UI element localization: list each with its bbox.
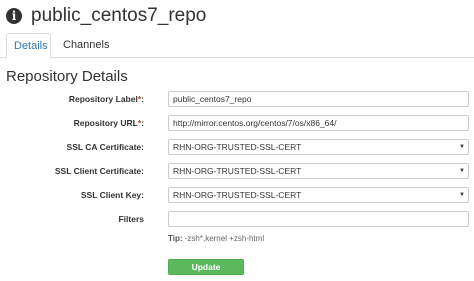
ssl-client-cert-value: RHN-ORG-TRUSTED-SSL-CERT: [173, 166, 302, 176]
ssl-ca-cert-value: RHN-ORG-TRUSTED-SSL-CERT: [173, 142, 302, 152]
tab-channels[interactable]: Channels: [56, 33, 116, 58]
tab-details[interactable]: Details: [6, 33, 51, 59]
repo-label-input[interactable]: public_centos7_repo: [168, 91, 469, 107]
repo-label-label: Repository Label*:: [68, 94, 144, 104]
info-circle-icon: i: [6, 8, 22, 24]
filters-input[interactable]: [168, 211, 469, 227]
ssl-client-cert-label: SSL Client Certificate:: [54, 166, 144, 176]
page-header: i public_centos7_repo: [6, 5, 206, 27]
caret-down-icon: ▼: [459, 192, 465, 198]
caret-down-icon: ▼: [459, 144, 465, 150]
ssl-client-key-select[interactable]: RHN-ORG-TRUSTED-SSL-CERT ▼: [168, 187, 469, 203]
filters-row: Filters: [0, 211, 474, 227]
filters-tip: Tip: -zsh*,kernel +zsh-html: [168, 234, 265, 243]
ssl-client-cert-select[interactable]: RHN-ORG-TRUSTED-SSL-CERT ▼: [168, 163, 469, 179]
page-title: public_centos7_repo: [31, 5, 207, 26]
repo-url-input[interactable]: http://mirror.centos.org/centos/7/os/x86…: [168, 115, 469, 131]
update-repository-button[interactable]: Update Repository: [168, 259, 244, 281]
repo-label-row: Repository Label*: public_centos7_repo: [0, 91, 474, 107]
ssl-client-key-row: SSL Client Key: RHN-ORG-TRUSTED-SSL-CERT…: [0, 187, 474, 203]
tab-bar: Details Channels: [0, 33, 474, 59]
ssl-ca-cert-label: SSL CA Certificate:: [66, 142, 144, 152]
repo-url-row: Repository URL*: http://mirror.centos.or…: [0, 115, 474, 131]
ssl-client-cert-row: SSL Client Certificate: RHN-ORG-TRUSTED-…: [0, 163, 474, 179]
caret-down-icon: ▼: [459, 168, 465, 174]
ssl-ca-cert-select[interactable]: RHN-ORG-TRUSTED-SSL-CERT ▼: [168, 139, 469, 155]
ssl-client-key-label: SSL Client Key:: [80, 190, 144, 200]
ssl-ca-cert-row: SSL CA Certificate: RHN-ORG-TRUSTED-SSL-…: [0, 139, 474, 155]
section-title: Repository Details: [6, 68, 128, 85]
ssl-client-key-value: RHN-ORG-TRUSTED-SSL-CERT: [173, 190, 302, 200]
filters-label: Filters: [118, 214, 144, 224]
repo-url-label: Repository URL*:: [73, 118, 144, 128]
